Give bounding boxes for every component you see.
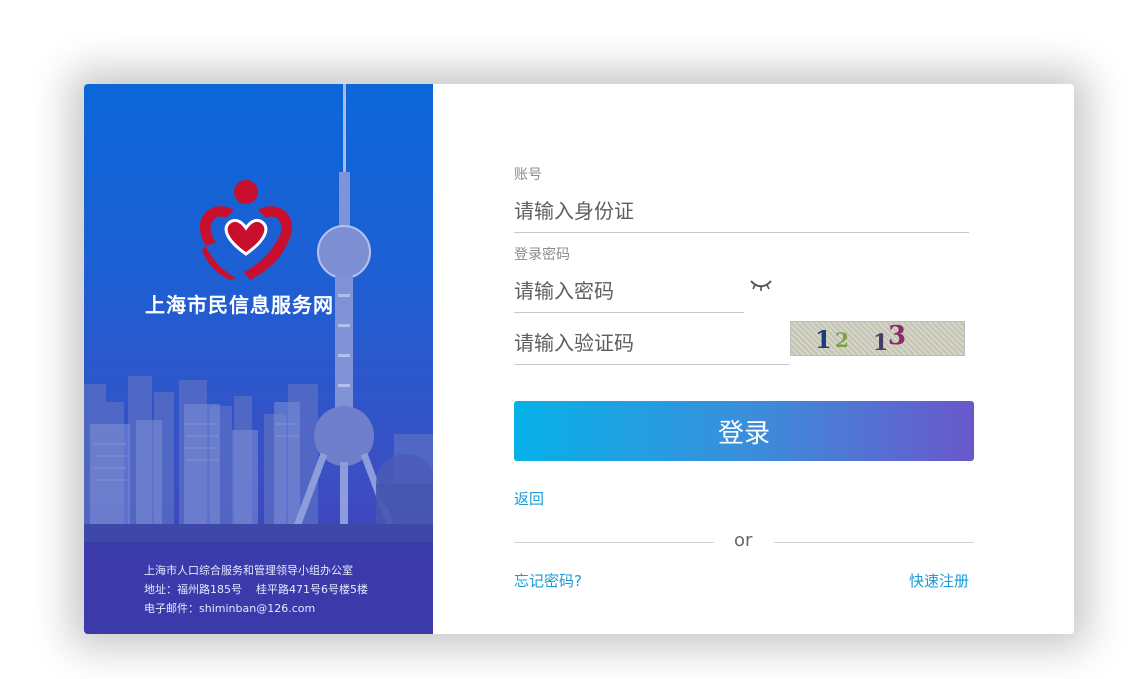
account-label: 账号: [514, 167, 542, 183]
site-name: 上海市民信息服务网: [145, 293, 334, 317]
brand-panel: 上海市民信息服务网 上海市人口综合服务和管理领导小组办公室 地址：福州路185号…: [84, 84, 433, 634]
divider-left: [514, 542, 714, 543]
forgot-password-link[interactable]: 忘记密码?: [514, 570, 582, 591]
divider-right: [774, 542, 974, 543]
eye-closed-icon[interactable]: [749, 278, 773, 292]
register-link[interactable]: 快速注册: [909, 570, 969, 591]
footer-info: 上海市人口综合服务和管理领导小组办公室 地址：福州路185号 桂平路471号6号…: [144, 561, 368, 618]
captcha-image[interactable]: 1 2 1 3: [790, 321, 965, 356]
captcha-char: 3: [888, 321, 907, 351]
captcha-input[interactable]: [514, 321, 790, 365]
password-label: 登录密码: [514, 247, 570, 263]
login-form: 账号 登录密码 1 2 1 3 登录 返回 or 忘记密码? 快速注册: [433, 84, 1074, 634]
login-card: 上海市民信息服务网 上海市人口综合服务和管理领导小组办公室 地址：福州路185号…: [84, 84, 1074, 634]
captcha-char: 1: [815, 325, 832, 354]
footer-org: 上海市人口综合服务和管理领导小组办公室: [144, 564, 353, 577]
or-text: or: [734, 530, 753, 551]
footer-address: 地址：福州路185号 桂平路471号6号楼5楼: [144, 583, 368, 596]
city-skyline-image: [84, 84, 433, 634]
logo-icon: [199, 180, 293, 280]
password-input[interactable]: [514, 269, 744, 313]
footer-email: 电子邮件：shiminban@126.com: [144, 602, 316, 615]
account-input[interactable]: [514, 189, 969, 233]
back-link[interactable]: 返回: [514, 488, 544, 509]
login-button[interactable]: 登录: [514, 401, 974, 461]
captcha-char: 2: [835, 328, 849, 352]
captcha-char: 1: [873, 330, 889, 356]
